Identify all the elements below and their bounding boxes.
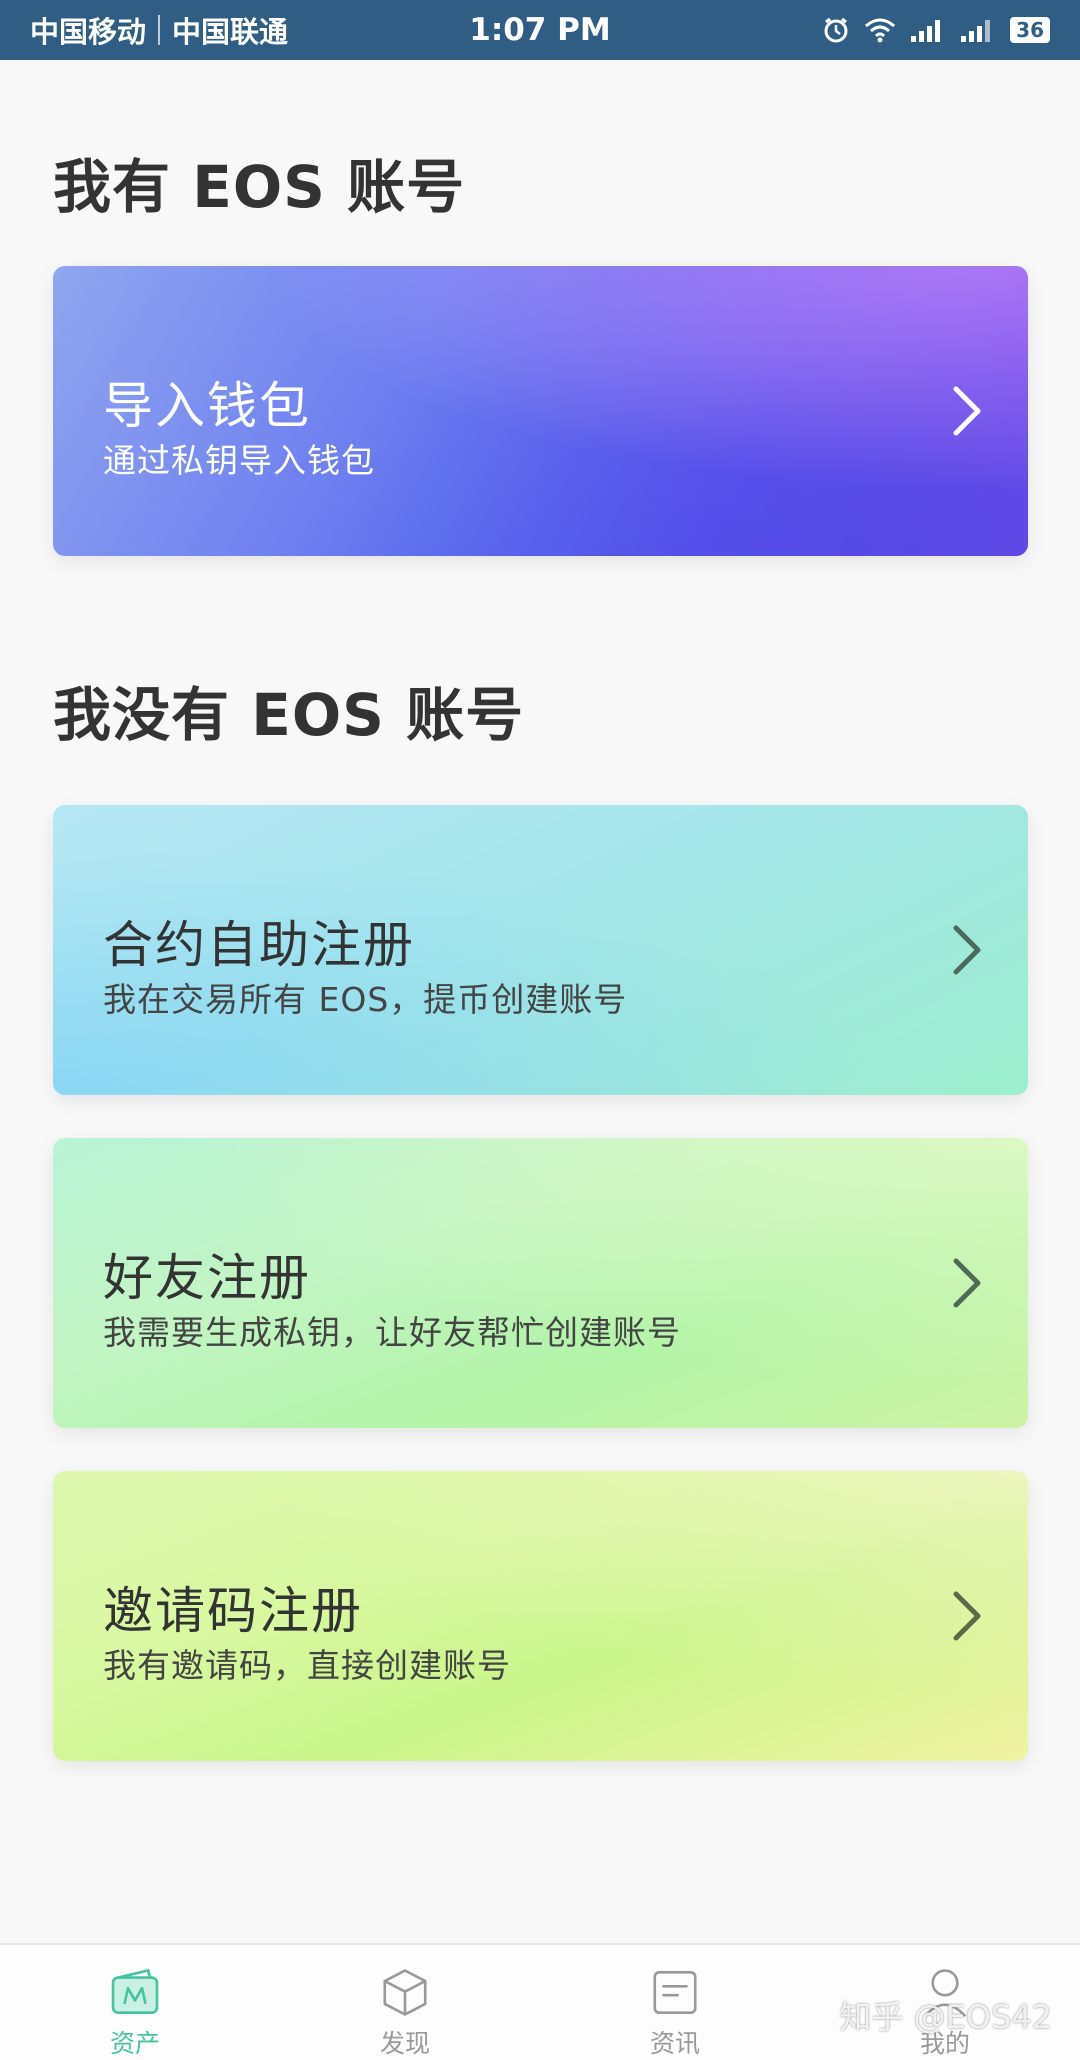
contract-register-card[interactable]: 合约自助注册 我在交易所有 EOS，提币创建账号 [53,805,1028,1095]
wifi-icon [865,18,896,43]
chevron-right-icon [953,386,981,436]
alarm-icon [824,17,848,43]
carrier-divider [158,15,161,45]
status-bar: 中国移动 中国联通 1:07 PM 36 [0,0,1080,60]
import-wallet-title: 导入钱包 [103,377,311,435]
carrier-1: 中国移动 [30,15,147,49]
cube-icon [383,1969,427,2016]
invite-register-card[interactable]: 邀请码注册 我有邀请码，直接创建账号 [53,1471,1028,1761]
carrier-2: 中国联通 [172,15,289,49]
contract-register-subtitle: 我在交易所有 EOS，提币创建账号 [103,980,628,1019]
nav-item-news[interactable]: 资讯 [540,1945,810,2060]
friend-register-card[interactable]: 好友注册 我需要生成私钥，让好友帮忙创建账号 [53,1138,1028,1428]
battery-level: 36 [1010,17,1050,43]
nav-item-assets[interactable]: 资产 [0,1945,270,2060]
import-wallet-subtitle: 通过私钥导入钱包 [103,441,375,480]
nav-item-discover[interactable]: 发现 [270,1945,540,2060]
chevron-right-icon [953,1591,981,1641]
watermark-text: 知乎 @EOS42 [839,1998,1052,2036]
nav-label-assets: 资产 [109,2029,160,2058]
news-icon [653,1970,697,2015]
status-icons: 36 [822,16,1050,44]
friend-register-title: 好友注册 [103,1249,311,1307]
nav-label-discover: 发现 [379,2029,430,2058]
import-wallet-card[interactable]: 导入钱包 通过私钥导入钱包 [53,266,1028,556]
contract-register-title: 合约自助注册 [103,916,415,974]
invite-register-subtitle: 我有邀请码，直接创建账号 [103,1646,511,1685]
have-account-title: 我有 EOS 账号 [53,153,466,221]
wallet-icon [111,1968,159,2015]
signal-icon-1 [911,20,941,42]
signal-icon-2 [961,20,991,42]
chevron-right-icon [953,1258,981,1308]
no-account-title: 我没有 EOS 账号 [53,681,525,749]
chevron-right-icon [953,925,981,975]
nav-label-news: 资讯 [649,2029,700,2058]
carrier-info: 中国移动 中国联通 [30,9,288,51]
invite-register-title: 邀请码注册 [103,1582,363,1640]
friend-register-subtitle: 我需要生成私钥，让好友帮忙创建账号 [103,1313,681,1352]
